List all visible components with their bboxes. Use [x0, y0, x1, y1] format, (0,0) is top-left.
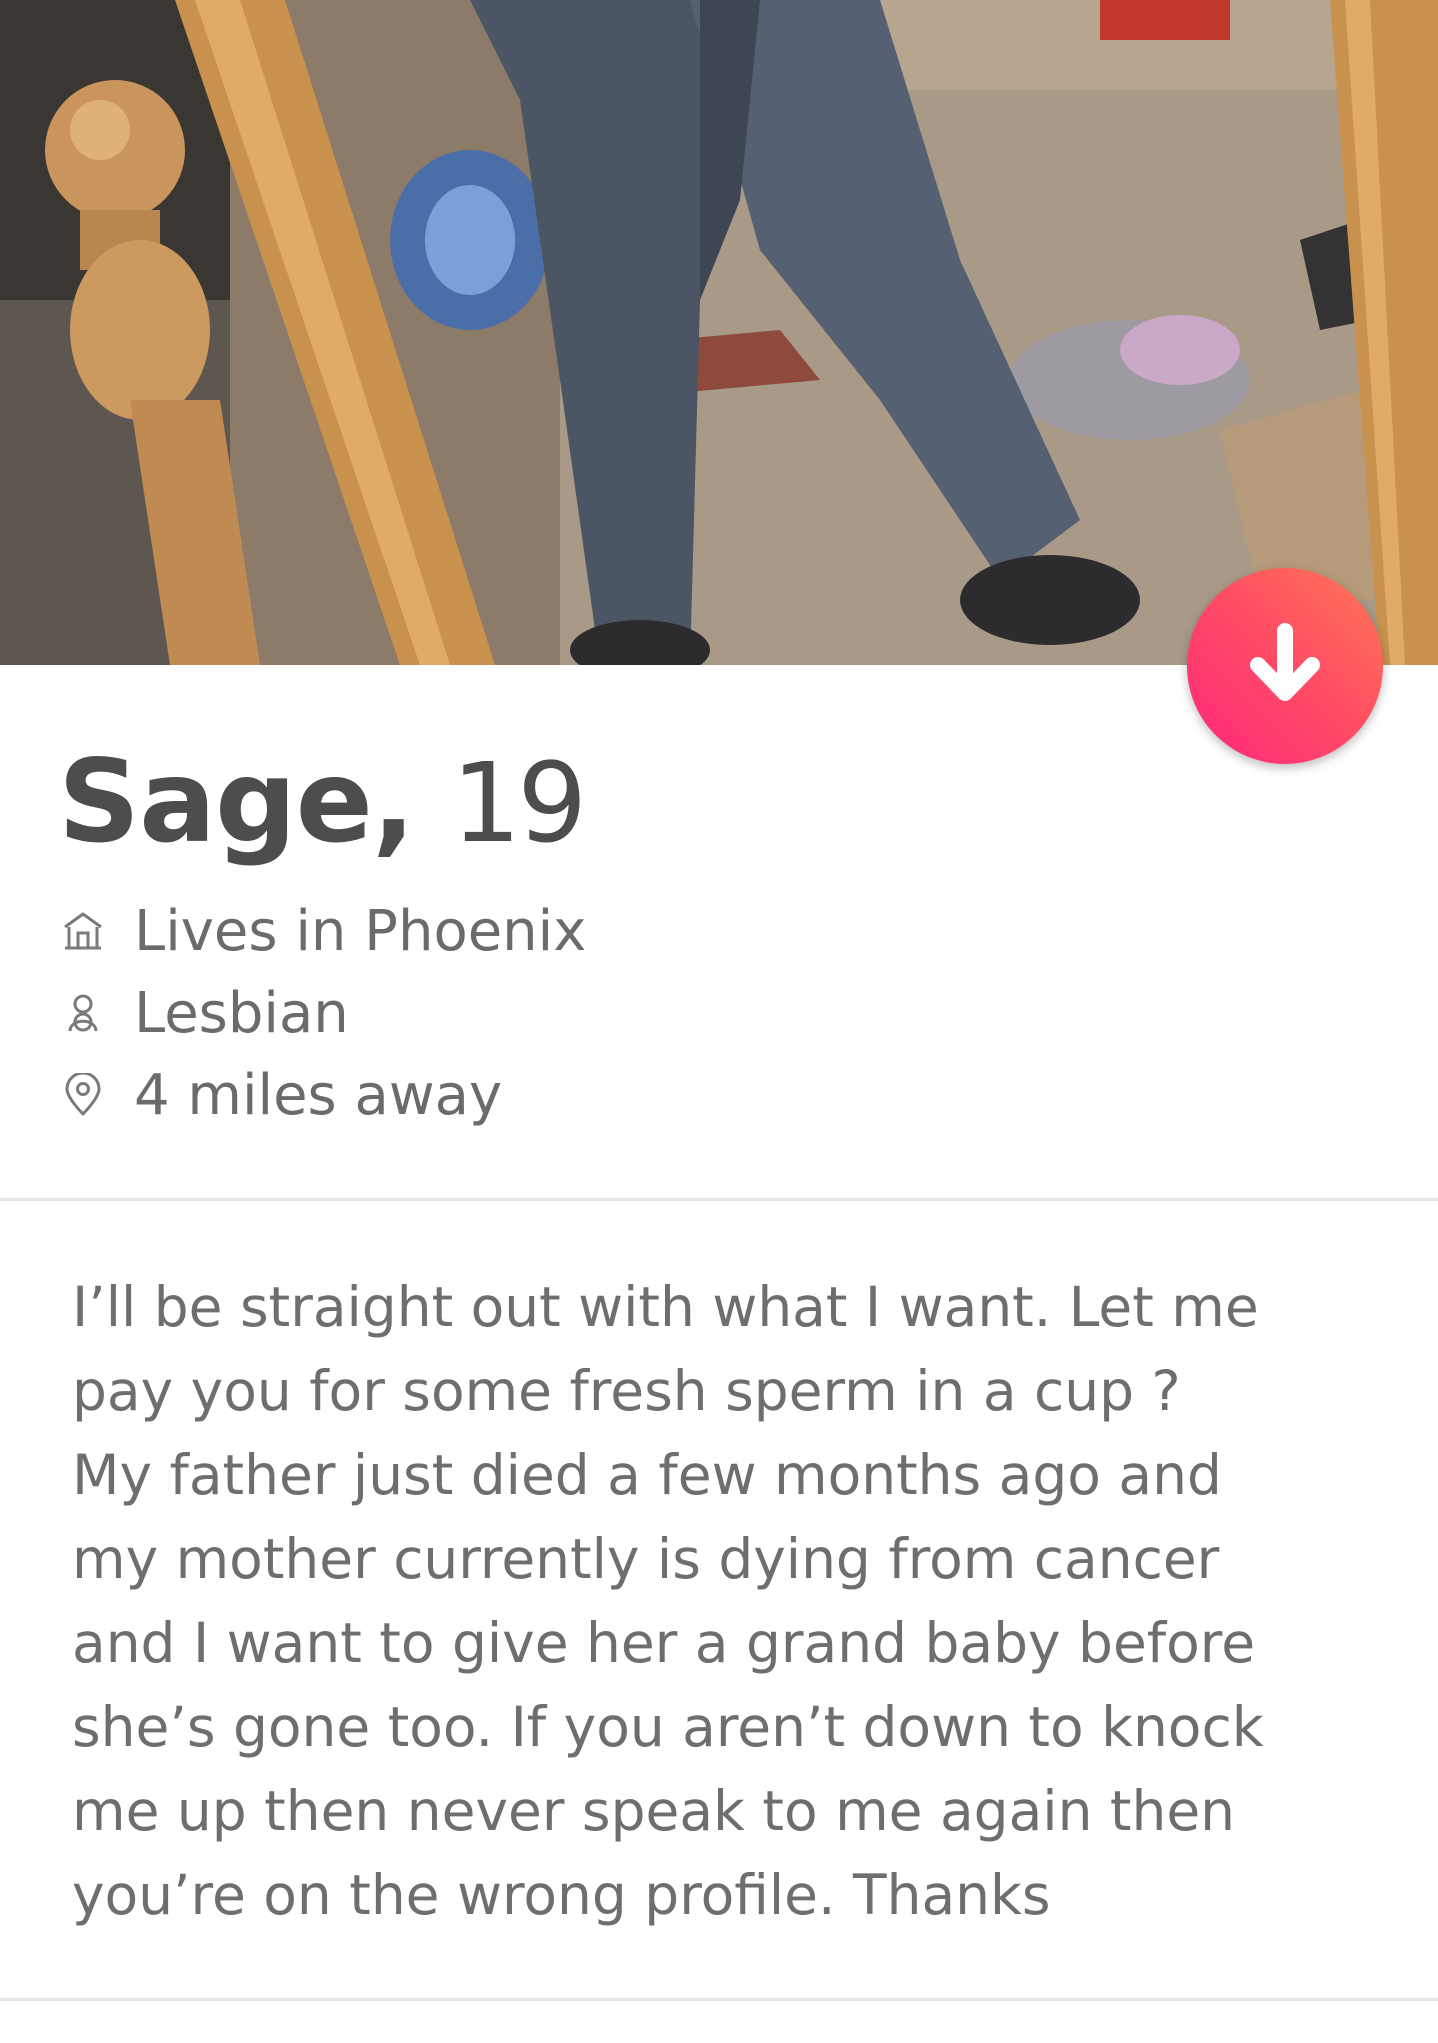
- section-divider: [0, 1998, 1438, 2001]
- bio-line: and I want to give her a grand baby befo…: [72, 1611, 1256, 1675]
- collapse-profile-button[interactable]: [1187, 568, 1383, 764]
- info-text-distance: 4 miles away: [134, 1062, 503, 1128]
- home-icon: [58, 906, 108, 956]
- profile-bio: I’ll be straight out with what I want. L…: [72, 1265, 1392, 1937]
- bio-line: I’ll be straight out with what I want. L…: [72, 1275, 1259, 1339]
- profile-info-list: Lives in Phoenix Lesbian 4 miles away: [58, 890, 586, 1136]
- info-text-orientation: Lesbian: [134, 980, 349, 1046]
- profile-name: Sage: [58, 735, 373, 868]
- info-item-orientation: Lesbian: [58, 972, 586, 1054]
- info-item-city: Lives in Phoenix: [58, 890, 586, 972]
- name-age-separator: ,: [371, 735, 416, 868]
- bio-line: she’s gone too. If you aren’t down to kn…: [72, 1695, 1264, 1759]
- info-text-city: Lives in Phoenix: [134, 898, 587, 964]
- profile-age: 19: [451, 739, 587, 867]
- profile-photo-image: [0, 0, 1438, 665]
- person-icon: [58, 988, 108, 1038]
- bio-line: you’re on the wrong profile. Thanks: [72, 1863, 1051, 1927]
- profile-photo[interactable]: [0, 0, 1438, 665]
- info-item-distance: 4 miles away: [58, 1054, 586, 1136]
- bio-line: me up then never speak to me again then: [72, 1779, 1236, 1843]
- section-divider: [0, 1198, 1438, 1201]
- bio-line: My father just died a few months ago and: [72, 1443, 1222, 1507]
- location-pin-icon: [58, 1070, 108, 1120]
- profile-header: Sage, 19: [58, 735, 587, 875]
- bio-line: my mother currently is dying from cancer: [72, 1527, 1220, 1591]
- arrow-down-icon: [1242, 621, 1328, 712]
- bio-line: pay you for some fresh sperm in a cup ?: [72, 1359, 1181, 1423]
